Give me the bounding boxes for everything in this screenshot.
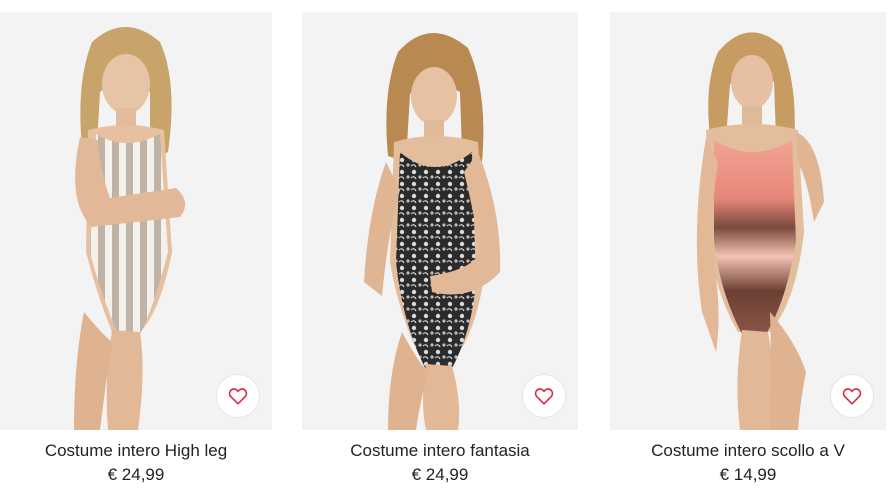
model-photo [696, 32, 824, 430]
product-price: € 24,99 [107, 465, 165, 484]
heart-outline-icon [842, 388, 862, 405]
product-image[interactable] [0, 12, 272, 430]
product-name[interactable]: Costume intero scollo a V [610, 440, 886, 462]
product-info: Costume intero scollo a V € 14,99 [610, 430, 886, 486]
product-card[interactable]: Costume intero fantasia € 24,99 [302, 12, 578, 486]
favorite-button[interactable] [216, 374, 260, 418]
product-card[interactable]: Costume intero scollo a V € 14,99 [610, 12, 886, 486]
favorite-button[interactable] [522, 374, 566, 418]
product-price: € 14,99 [719, 465, 777, 484]
product-grid: Costume intero High leg € 24,99 Costume … [0, 0, 892, 489]
favorite-button[interactable] [830, 374, 874, 418]
model-photo [364, 32, 501, 430]
model-photo [74, 27, 186, 430]
product-card[interactable]: Costume intero High leg € 24,99 [0, 12, 272, 486]
product-name[interactable]: Costume intero fantasia [302, 440, 578, 462]
heart-outline-icon [534, 388, 554, 405]
product-name[interactable]: Costume intero High leg [0, 440, 272, 462]
product-image[interactable] [610, 12, 886, 430]
product-image[interactable] [302, 12, 578, 430]
product-info: Costume intero fantasia € 24,99 [302, 430, 578, 486]
heart-outline-icon [228, 388, 248, 405]
product-info: Costume intero High leg € 24,99 [0, 430, 272, 486]
product-price: € 24,99 [411, 465, 469, 484]
